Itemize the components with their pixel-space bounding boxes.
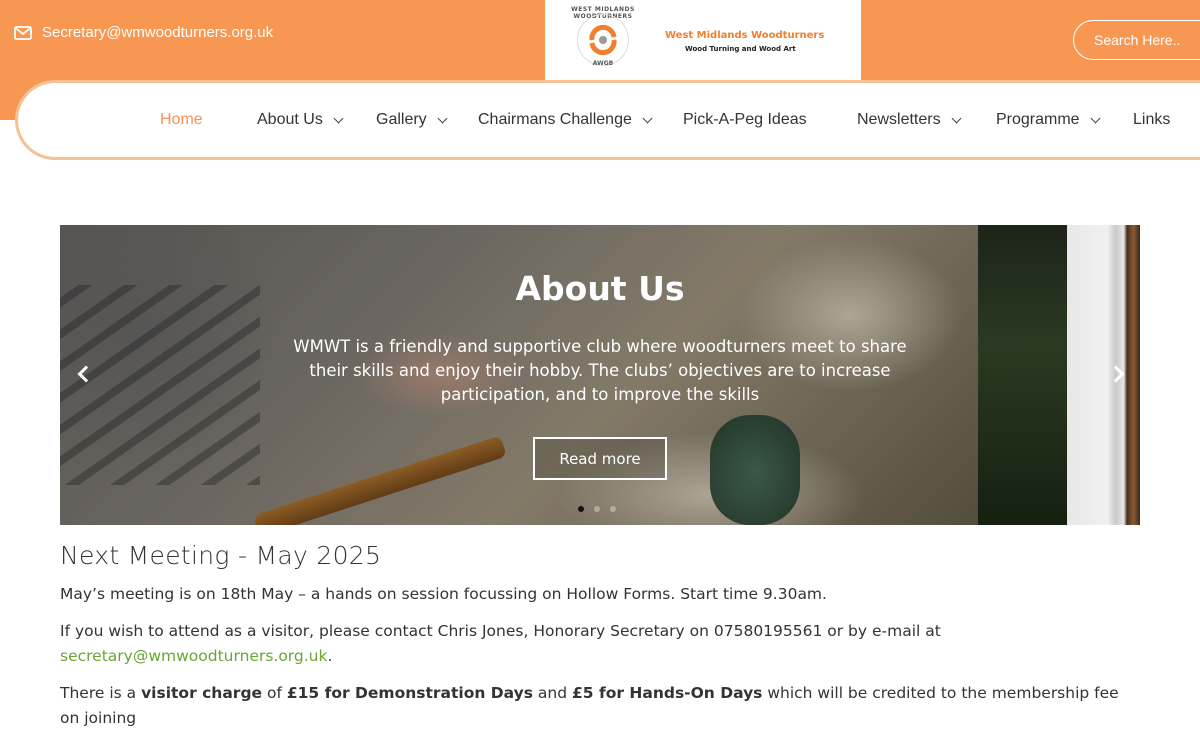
nav-item-about-us[interactable]: About Us	[257, 111, 344, 129]
header-email-text: Secretary@wmwoodturners.org.uk	[42, 24, 274, 41]
chevron-down-icon	[437, 113, 448, 123]
hero-description: WMWT is a friendly and supportive club w…	[293, 337, 907, 404]
charge-hands-on-days: £5 for Hands-On Days	[572, 684, 763, 702]
visitor-contact-end: .	[327, 647, 333, 665]
nav-item-label: Gallery	[376, 111, 427, 128]
slider-dot[interactable]	[610, 506, 616, 512]
slider-pagination	[578, 506, 616, 512]
envelope-icon	[14, 25, 32, 40]
main-navigation: Home About Us Gallery Chairmans Challeng…	[15, 80, 1200, 160]
hero-slider: About Us WMWT is a friendly and supporti…	[60, 225, 1140, 525]
search-input[interactable]: Search Here..	[1073, 20, 1200, 60]
main-content: Next Meeting - May 2025 May’s meeting is…	[60, 541, 1140, 731]
chevron-down-icon	[951, 113, 962, 123]
logo-subtitle: Wood Turning and Wood Art	[685, 45, 796, 53]
nav-item-links[interactable]: Links	[1133, 111, 1170, 129]
hero-title: About Us	[515, 269, 685, 308]
logo-emblem-icon	[577, 14, 629, 66]
nav-item-chairmans-challenge[interactable]: Chairmans Challenge	[478, 111, 653, 129]
nav-item-newsletters[interactable]: Newsletters	[857, 111, 962, 129]
read-more-button[interactable]: Read more	[533, 437, 667, 480]
nav-item-label: Links	[1133, 111, 1171, 128]
nav-item-label: Home	[160, 111, 203, 128]
header-email-link[interactable]: Secretary@wmwoodturners.org.uk	[14, 24, 273, 41]
chevron-down-icon	[642, 113, 653, 123]
slider-dot[interactable]	[594, 506, 600, 512]
nav-item-home[interactable]: Home	[160, 111, 203, 129]
slider-dot[interactable]	[578, 506, 584, 512]
next-meeting-title: Next Meeting - May 2025	[60, 541, 382, 570]
charge-text-d: and	[532, 684, 572, 702]
nav-item-label: Pick-A-Peg Ideas	[683, 111, 807, 128]
logo-title: West Midlands Woodturners	[665, 30, 825, 41]
meeting-details: May’s meeting is on 18th May – a hands o…	[60, 585, 827, 603]
site-logo[interactable]: WEST MIDLANDS WOODTURNERS AWGB West Midl…	[547, 0, 859, 82]
logo-ring-text-bottom: AWGB	[592, 60, 614, 67]
nav-item-pick-a-peg-ideas[interactable]: Pick-A-Peg Ideas	[683, 111, 807, 129]
visitor-contact: If you wish to attend as a visitor, plea…	[60, 619, 1140, 669]
visitor-contact-text: If you wish to attend as a visitor, plea…	[60, 622, 941, 640]
nav-item-programme[interactable]: Programme	[996, 111, 1101, 129]
nav-item-label: Programme	[996, 111, 1080, 128]
charge-demo-days: £15 for Demonstration Days	[286, 684, 533, 702]
chevron-down-icon	[333, 113, 344, 123]
charge-text-a: There is a	[60, 684, 142, 702]
nav-item-label: Newsletters	[857, 111, 941, 128]
charge-text-c: of	[262, 684, 287, 702]
nav-item-label: Chairmans Challenge	[478, 111, 632, 128]
secretary-email-link[interactable]: secretary@wmwoodturners.org.uk	[60, 647, 327, 665]
chevron-down-icon	[1090, 113, 1101, 123]
nav-item-label: About Us	[257, 111, 323, 128]
charge-visitor-charge: visitor charge	[141, 684, 263, 702]
nav-item-gallery[interactable]: Gallery	[376, 111, 448, 129]
visitor-charge: There is a visitor charge of £15 for Dem…	[60, 681, 1140, 731]
